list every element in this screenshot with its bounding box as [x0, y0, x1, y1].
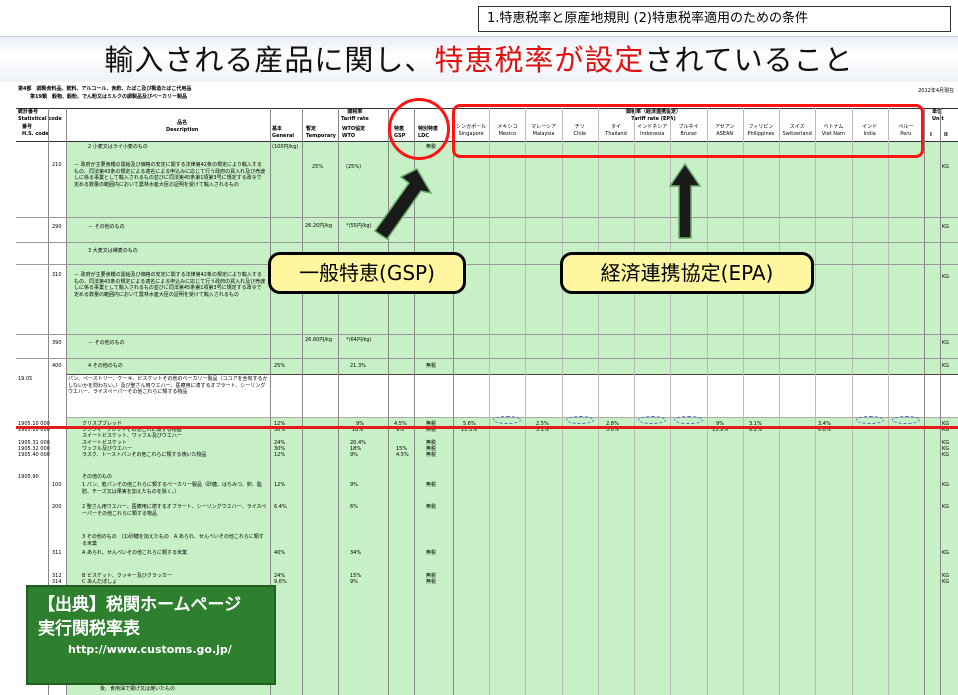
- epa-columns-highlight: [452, 104, 924, 158]
- chapter-title: 第4部 調製食料品、飲料、アルコール、食酢、たばこ及び製造たばこ代用品: [18, 86, 192, 92]
- lower-wto: 9%: [350, 452, 358, 458]
- source-box: 【出典】税関ホームページ 実行関税率表 http://www.customs.g…: [26, 585, 276, 685]
- lower-ldc: 無税: [426, 504, 437, 510]
- lower-code: 311: [52, 550, 62, 556]
- row-wto-5: *(64円/kg): [346, 337, 372, 343]
- row-ldc-6: 無税: [426, 363, 437, 369]
- col-tariff: 関税率 Tariff rate: [341, 109, 369, 122]
- row-num-2: 290: [52, 224, 62, 230]
- heading-code: 19.05: [18, 376, 33, 382]
- lower-desc: 3 その他のもの (1)砂糖を加えたもの A あられ、せんべいその他これらに類す…: [82, 534, 264, 547]
- row-desc-0: 2 小麦又はライ小麦のもの: [88, 144, 148, 150]
- source-url[interactable]: http://www.customs.go.jp/: [28, 641, 274, 659]
- epa-callout: 経済連携協定(EPA): [560, 252, 814, 294]
- gsp-column-highlight: [388, 98, 450, 160]
- unit-ii: II: [944, 132, 948, 138]
- lower-ldc: 無税: [426, 452, 437, 458]
- row-gen-0: (100円/kg): [272, 144, 299, 150]
- empty-rate-marker: [565, 416, 594, 424]
- row-unit-4: KG: [942, 274, 950, 280]
- row-num-5: 390: [52, 340, 62, 346]
- empty-rate-marker: [674, 416, 703, 424]
- lower-wto: 9%: [350, 482, 358, 488]
- row-desc-6: 4 その他のもの: [88, 363, 123, 369]
- lower-unit: KG: [942, 579, 950, 585]
- row-unit-5: KG: [942, 340, 950, 346]
- lower-ldc: 無税: [426, 579, 437, 585]
- row-wto-6: 21.3%: [350, 363, 366, 369]
- lower-unit: KG: [942, 504, 950, 510]
- lower-gen: 12%: [274, 482, 286, 488]
- section-header: 1.特恵税率と原産地規則 (2)特恵税率適用のための条件: [478, 6, 951, 32]
- col-item: 品名 Description: [166, 120, 199, 133]
- row-desc-1: － 政府が主要食糧の需給及び価格の安定に関する法律第42条の規定により輸入するも…: [74, 162, 266, 188]
- lower-desc: 1 パン、乾パンその他これらに類するベーカリー製品（砂糖、はちみつ、卵、脂肪、チ…: [82, 482, 262, 495]
- row-wto-1: (25%): [346, 164, 362, 170]
- heading-desc: パン、ペーストリー、ケーキ、ビスケットその他のベーカリー製品（ココアを含有するか…: [68, 376, 268, 395]
- row-desc-3: 3 大麦又は裸麦のもの: [88, 248, 138, 254]
- page-title: 輸入される産品に関し、特恵税率が設定されていること: [0, 40, 958, 80]
- col-stat: 統計番号 Statistical code: [18, 109, 62, 122]
- lower-desc: 2 聖さん用ウエハー、医療用に適するオブラート、シーリングウエハー、ライスペーパ…: [82, 504, 267, 517]
- row-gen-6: 25%: [274, 363, 286, 369]
- row-desc-5: － その他のもの: [88, 340, 125, 346]
- col-unit: 単位 Unit: [932, 109, 944, 122]
- col-num: 番号 H.S. code: [22, 124, 49, 137]
- lower-ldc: 無税: [426, 482, 437, 488]
- row-unit-1: KG: [942, 164, 950, 170]
- lower-unit: KG: [942, 452, 950, 458]
- lower-gen: 6.4%: [274, 504, 287, 510]
- epa-arrow-icon: [668, 162, 702, 239]
- source-title: 実行関税率表: [38, 619, 140, 639]
- gsp-callout: 一般特恵(GSP): [268, 252, 466, 294]
- row-num-4: 310: [52, 272, 62, 278]
- lower-desc: A あられ、せんべいその他これらに類する米菓: [82, 550, 188, 556]
- lower-gen: 12%: [274, 452, 286, 458]
- row-desc-2: － その他のもの: [88, 224, 125, 230]
- lower-desc: スイートビスケット、ワッフル及びウエハー: [82, 433, 182, 439]
- unit-i: I: [930, 132, 932, 138]
- title-pre: 輸入される産品に関し、: [104, 43, 435, 77]
- title-highlight: 特恵税率が設定: [434, 43, 645, 77]
- lower-unit: KG: [942, 482, 950, 488]
- lower-code: 200: [52, 504, 62, 510]
- col-temp: 暫定 Temporary: [306, 126, 336, 139]
- col-wto: WTO協定 WTO: [342, 126, 366, 139]
- col-general: 基本 General: [272, 126, 294, 139]
- lower-code: 1905.90: [18, 474, 39, 480]
- highlight-row-line: [16, 426, 958, 429]
- lower-wto: 34%: [350, 550, 362, 556]
- title-post: されていること: [644, 43, 854, 77]
- empty-rate-marker: [891, 416, 920, 424]
- lower-desc: その他のもの: [82, 474, 113, 480]
- lower-gsp: 4.5%: [396, 452, 409, 458]
- row-unit-6: KG: [942, 363, 950, 369]
- row-unit-2: KG: [942, 224, 950, 230]
- lower-gen: 40%: [274, 550, 286, 556]
- last-desc: 後、食用油で揚げ又は焼いたもの: [100, 686, 176, 692]
- lower-ldc: 無税: [426, 550, 437, 556]
- lower-wto: 9%: [350, 579, 358, 585]
- lower-unit: KG: [942, 550, 950, 556]
- row-desc-4: － 政府が主要食糧の需給及び価格の安定に関する法律第42条の規定により輸入するも…: [74, 272, 266, 298]
- row-num-1: 210: [52, 162, 62, 168]
- row-temp-5: 26.60円/kg: [305, 337, 333, 343]
- row-temp-1: 25%: [312, 164, 324, 170]
- lower-wto: 6%: [350, 504, 358, 510]
- lower-code: 100: [52, 482, 62, 488]
- row-num-6: 400: [52, 363, 62, 369]
- gsp-arrow-icon: [373, 168, 433, 241]
- source-label: 【出典】税関ホームページ: [38, 595, 242, 615]
- as-of-date: 2012年4月現在: [918, 88, 954, 94]
- section-title: 第19類 穀物、穀粉、でん粉又はミルクの調製品及びベーカリー製品: [30, 94, 187, 100]
- lower-desc: ラスク、トーストパンその他これらに類する焼いた物品: [82, 452, 207, 458]
- lower-code: 1905.40 000: [18, 452, 50, 458]
- row-temp-2: 26.20円/kg: [305, 223, 333, 229]
- empty-rate-marker: [855, 416, 884, 424]
